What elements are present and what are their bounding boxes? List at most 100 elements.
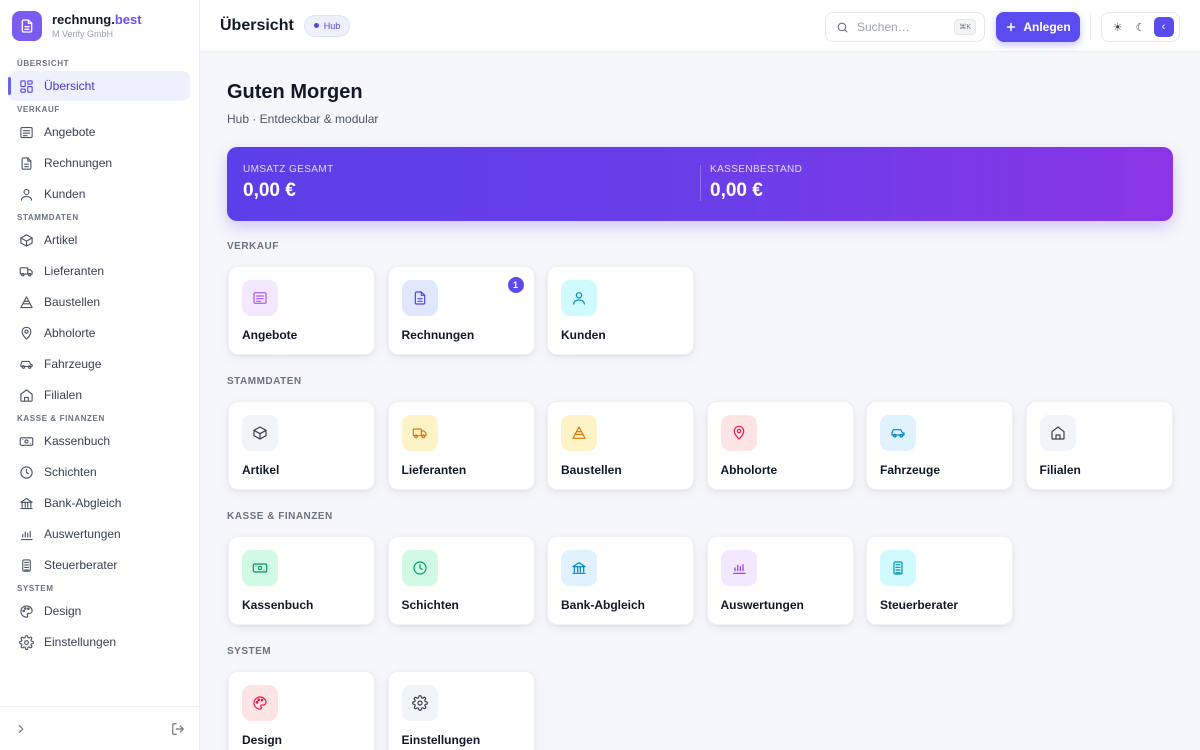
card-label: Schichten [401, 598, 459, 612]
card-label: Design [242, 733, 283, 747]
truck-icon [18, 263, 34, 279]
sidebar-item-abholorte[interactable]: Abholorte [8, 318, 190, 348]
card-kassenbuch[interactable]: Kassenbuch [228, 536, 375, 625]
sidebar-item-lieferanten[interactable]: Lieferanten [8, 256, 190, 286]
sidebar-item-baustellen[interactable]: Baustellen [8, 287, 190, 317]
sidebar-item-label: Kunden [44, 187, 86, 201]
sidebar-item-uebersicht[interactable]: Übersicht [8, 71, 190, 101]
nav-section-stammdaten: STAMMDATEN [17, 213, 79, 222]
gear-icon [18, 634, 34, 650]
card-label: Rechnungen [401, 328, 475, 342]
card-rechnungen[interactable]: Rechnungen 1 [387, 266, 535, 355]
stat-label: UMSATZ GESAMT [243, 164, 334, 175]
nav-section-system: SYSTEM [17, 584, 54, 593]
nav-section-kasse-finanzen: KASSE & FINANZEN [17, 414, 105, 423]
section-kasse-finanzen: KASSE & FINANZEN [227, 511, 333, 522]
logout-icon[interactable] [171, 722, 185, 736]
card-bank-abgleich[interactable]: Bank-Abgleich [547, 536, 694, 625]
company-name: M Verify GmbH [52, 29, 114, 39]
sidebar-item-filialen[interactable]: Filialen [8, 380, 190, 410]
section-verkauf: VERKAUF [227, 241, 279, 252]
pin-icon [720, 415, 757, 451]
logo-icon [12, 11, 42, 41]
user-icon [561, 280, 597, 316]
stat-cash: KASSENBESTAND 0,00 € [710, 164, 802, 202]
sidebar-item-artikel[interactable]: Artikel [8, 225, 190, 255]
sidebar-item-design[interactable]: Design [8, 596, 190, 626]
card-abholorte[interactable]: Abholorte [706, 401, 854, 490]
sidebar-item-label: Steuerberater [44, 558, 118, 572]
store-icon [18, 387, 34, 403]
sidebar-item-label: Einstellungen [44, 635, 117, 649]
sidebar-item-label: Übersicht [44, 79, 95, 93]
sidebar-item-bank-abgleich[interactable]: Bank-Abgleich [8, 488, 190, 518]
card-auswertungen[interactable]: Auswertungen [706, 536, 854, 625]
card-label: Baustellen [561, 463, 622, 477]
card-label: Steuerberater [880, 598, 959, 612]
construction-icon [18, 294, 34, 310]
search-input[interactable]: Suchen… ⌘K [825, 12, 985, 42]
bank-icon [18, 495, 34, 511]
palette-icon [18, 603, 34, 619]
sidebar-item-fahrzeuge[interactable]: Fahrzeuge [8, 349, 190, 379]
card-label: Artikel [242, 463, 280, 477]
create-button[interactable]: Anlegen [996, 12, 1080, 42]
sidebar-item-label: Bank-Abgleich [44, 496, 122, 510]
card-label: Fahrzeuge [880, 463, 941, 477]
chart-icon [720, 550, 757, 586]
hub-dot [313, 23, 319, 28]
system-theme-icon[interactable]: ‹ [1153, 17, 1174, 37]
light-theme-icon[interactable]: ☀ [1108, 17, 1128, 37]
card-label: Auswertungen [720, 598, 804, 612]
box-icon [242, 415, 278, 451]
sidebar-item-schichten[interactable]: Schichten [8, 457, 190, 487]
dark-theme-icon[interactable]: ☾ [1131, 17, 1151, 37]
brand[interactable]: rechnung.best M Verify GmbH [0, 0, 199, 52]
card-baustellen[interactable]: Baustellen [547, 401, 694, 490]
sidebar-item-label: Auswertungen [44, 527, 121, 541]
hub-badge: Hub [303, 14, 351, 37]
section-system: SYSTEM [227, 646, 272, 657]
sidebar-item-label: Schichten [44, 465, 97, 479]
sidebar-item-kassenbuch[interactable]: Kassenbuch [8, 426, 190, 456]
card-label: Abholorte [720, 463, 778, 477]
expand-sidebar-icon[interactable] [14, 722, 28, 736]
card-label: Einstellungen [401, 733, 481, 747]
clock-icon [401, 550, 438, 586]
stat-divider [700, 165, 701, 201]
sidebar-item-label: Artikel [44, 233, 78, 247]
sidebar-item-rechnungen[interactable]: Rechnungen [8, 148, 190, 178]
bank-icon [561, 550, 597, 586]
sidebar-item-label: Baustellen [44, 295, 101, 309]
card-steuerberater[interactable]: Steuerberater [866, 536, 1013, 625]
sidebar-item-steuerberater[interactable]: Steuerberater [8, 550, 190, 580]
card-lieferanten[interactable]: Lieferanten [387, 401, 535, 490]
card-einstellungen[interactable]: Einstellungen [387, 671, 535, 750]
cash-icon [242, 550, 278, 586]
section-stammdaten: STAMMDATEN [227, 376, 302, 387]
page-subtitle: Hub · Entdeckbar & modular [227, 112, 379, 126]
card-design[interactable]: Design [228, 671, 375, 750]
card-schichten[interactable]: Schichten [387, 536, 535, 625]
card-filialen[interactable]: Filialen [1025, 401, 1173, 490]
sidebar: rechnung.best M Verify GmbH ÜBERSICHT Übe… [0, 0, 200, 750]
greeting: Guten Morgen [227, 81, 363, 103]
offer-icon [18, 124, 34, 140]
sidebar-item-kunden[interactable]: Kunden [8, 179, 190, 209]
header-divider [1090, 14, 1091, 40]
sidebar-item-angebote[interactable]: Angebote [8, 117, 190, 147]
card-fahrzeuge[interactable]: Fahrzeuge [866, 401, 1013, 490]
sidebar-nav: ÜBERSICHT Übersicht VERKAUF Angebote Rechnun… [0, 57, 199, 657]
card-kunden[interactable]: Kunden [547, 266, 694, 355]
search-icon [836, 21, 849, 34]
sidebar-item-auswertungen[interactable]: Auswertungen [8, 519, 190, 549]
sidebar-item-label: Rechnungen [44, 156, 113, 170]
card-label: Filialen [1039, 463, 1081, 477]
brand-name: rechnung.best [52, 12, 142, 27]
page-title: Übersicht [220, 16, 294, 34]
sidebar-item-einstellungen[interactable]: Einstellungen [8, 627, 190, 657]
sidebar-item-label: Fahrzeuge [44, 357, 102, 371]
card-artikel[interactable]: Artikel [228, 401, 375, 490]
card-angebote[interactable]: Angebote [228, 266, 375, 355]
card-label: Kassenbuch [242, 598, 314, 612]
